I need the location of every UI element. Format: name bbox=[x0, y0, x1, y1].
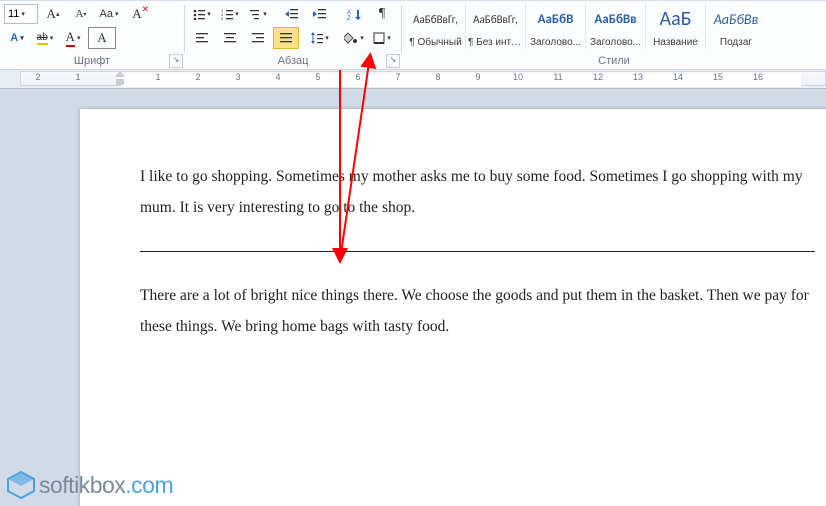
style-no-spacing[interactable]: АаБбВвГг, ¶ Без инте... bbox=[466, 3, 526, 49]
font-size-combo[interactable]: 11 bbox=[4, 4, 38, 24]
style-heading2[interactable]: АаБбВв Заголово... bbox=[586, 3, 646, 49]
increase-indent-button[interactable] bbox=[307, 3, 333, 25]
font-dialog-launcher[interactable]: ↘ bbox=[169, 54, 183, 68]
ruler-tick-label: 13 bbox=[633, 72, 643, 82]
styles-gallery[interactable]: АаБбВвГг, ¶ Обычный АаБбВвГг, ¶ Без инте… bbox=[406, 3, 822, 49]
highlight-button[interactable]: ab bbox=[32, 27, 58, 49]
numbering-button[interactable]: 123 bbox=[217, 3, 243, 25]
svg-text:Z: Z bbox=[347, 16, 351, 20]
borders-button[interactable] bbox=[369, 27, 395, 49]
line-spacing-button[interactable] bbox=[307, 27, 333, 49]
grow-font-button[interactable]: A▴ bbox=[40, 3, 66, 25]
style-normal[interactable]: АаБбВвГг, ¶ Обычный bbox=[406, 3, 466, 49]
paragraph-1[interactable]: I like to go shopping. Sometimes my moth… bbox=[140, 161, 815, 223]
bullets-button[interactable] bbox=[189, 3, 215, 25]
ruler-tick-label: 14 bbox=[673, 72, 683, 82]
align-center-button[interactable] bbox=[217, 27, 243, 49]
ruler-tick-label: 12 bbox=[593, 72, 603, 82]
font-color-button[interactable]: A bbox=[60, 27, 86, 49]
ruler-tick-label: 8 bbox=[435, 72, 440, 82]
group-font: 11 A▴ A▾ Aa A✕ A ab A A Шрифт ↘ bbox=[0, 1, 184, 69]
ruler-tick-label: 1 bbox=[155, 72, 160, 82]
paragraph-2[interactable]: There are a lot of bright nice things th… bbox=[140, 280, 815, 342]
document-area: I like to go shopping. Sometimes my moth… bbox=[0, 89, 826, 506]
decrease-indent-button[interactable] bbox=[279, 3, 305, 25]
group-label-font: Шрифт bbox=[0, 55, 184, 67]
group-paragraph: 123 AZ ¶ bbox=[185, 1, 401, 69]
ribbon: 11 A▴ A▾ Aa A✕ A ab A A Шрифт ↘ 123 bbox=[0, 0, 826, 70]
sort-button[interactable]: AZ bbox=[341, 3, 367, 25]
ruler-tick-label: 10 bbox=[513, 72, 523, 82]
horizontal-line bbox=[140, 251, 815, 252]
group-label-paragraph: Абзац bbox=[185, 55, 401, 67]
ruler-tick-label: 11 bbox=[553, 72, 562, 82]
style-subtitle[interactable]: АаБбВв Подзаг bbox=[706, 3, 766, 49]
justify-button[interactable] bbox=[273, 27, 299, 49]
svg-text:3: 3 bbox=[221, 16, 224, 20]
char-border-button[interactable]: A bbox=[88, 27, 116, 49]
watermark-logo: softikbox.com bbox=[6, 470, 173, 500]
style-heading1[interactable]: АаБбВ Заголово... bbox=[526, 3, 586, 49]
ruler-tick-label: 15 bbox=[713, 72, 723, 82]
align-right-button[interactable] bbox=[245, 27, 271, 49]
group-styles: АаБбВвГг, ¶ Обычный АаБбВвГг, ¶ Без инте… bbox=[402, 1, 826, 69]
ruler-tick-label: 2 bbox=[195, 72, 200, 82]
shading-button[interactable] bbox=[341, 27, 367, 49]
page[interactable]: I like to go shopping. Sometimes my moth… bbox=[80, 109, 826, 506]
ruler-tick-label: 6 bbox=[355, 72, 360, 82]
ruler-tick-label: 3 bbox=[235, 72, 240, 82]
group-label-styles: Стили bbox=[402, 55, 826, 67]
text-effects-button[interactable]: A bbox=[4, 27, 30, 49]
ruler-tick-label: 1 bbox=[75, 72, 80, 82]
hanging-indent-marker[interactable] bbox=[116, 79, 124, 85]
show-marks-button[interactable]: ¶ bbox=[369, 3, 395, 25]
style-title[interactable]: АаБ Название bbox=[646, 3, 706, 49]
ruler-tick-label: 5 bbox=[315, 72, 320, 82]
clear-formatting-button[interactable]: A✕ bbox=[124, 3, 150, 25]
ruler-tick-label: 16 bbox=[753, 72, 763, 82]
first-line-indent-marker[interactable] bbox=[115, 71, 125, 77]
ruler-tick-label: 9 bbox=[475, 72, 480, 82]
paragraph-dialog-launcher[interactable]: ↘ bbox=[386, 54, 400, 68]
shrink-font-button[interactable]: A▾ bbox=[68, 3, 94, 25]
ruler-tick-label: 2 bbox=[35, 72, 40, 82]
ruler-tick-label: 4 bbox=[275, 72, 280, 82]
ruler-tick-label: 7 bbox=[395, 72, 400, 82]
horizontal-ruler[interactable]: 21123456789101112131415161718 bbox=[0, 70, 826, 89]
align-left-button[interactable] bbox=[189, 27, 215, 49]
change-case-button[interactable]: Aa bbox=[96, 3, 122, 25]
multilevel-list-button[interactable] bbox=[245, 3, 271, 25]
